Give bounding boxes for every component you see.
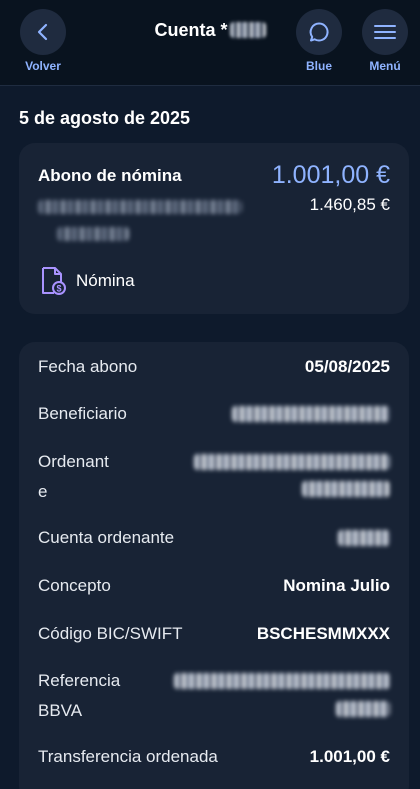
- page-title-text: Cuenta *: [154, 20, 228, 40]
- concepto-value: Nomina Julio: [283, 576, 390, 595]
- chat-bubble-icon: [309, 22, 329, 42]
- chat-blue-button[interactable]: Blue: [295, 9, 343, 73]
- redacted-description-line-2: [57, 227, 129, 241]
- redacted-ordenante-line-1: [194, 454, 390, 470]
- redacted-referencia-line-2: [336, 701, 390, 717]
- menu-button[interactable]: Menú: [361, 9, 409, 73]
- app-screen: Volver Cuenta * Blue Menú 5 de agosto de…: [0, 0, 420, 789]
- detail-row-cuenta-ordenante: Cuenta ordenante: [38, 523, 390, 553]
- redacted-account-number: [229, 22, 266, 38]
- redacted-beneficiario: [232, 406, 390, 422]
- top-bar: Volver Cuenta * Blue Menú: [0, 0, 420, 86]
- date-heading: 5 de agosto de 2025: [19, 108, 191, 128]
- redacted-ordenante-line-2: [302, 481, 390, 497]
- payroll-document-icon: $: [42, 267, 66, 295]
- hamburger-menu-icon: [374, 25, 396, 39]
- back-button[interactable]: Volver: [19, 9, 67, 73]
- fecha-value: 05/08/2025: [304, 357, 390, 376]
- redacted-description-line-1: [38, 200, 242, 214]
- back-label[interactable]: Volver: [19, 59, 67, 73]
- movement-amount: 1.001,00 €: [271, 161, 390, 189]
- movement-title: Abono de nómina: [38, 166, 182, 185]
- detail-row-ordenante: Ordenant e: [38, 447, 390, 507]
- svg-text:$: $: [56, 284, 61, 294]
- menu-circle[interactable]: [362, 9, 408, 55]
- redacted-referencia-line-1: [174, 673, 390, 689]
- page-title: Cuenta *: [110, 20, 310, 41]
- detail-row-referencia: Referencia BBVA: [38, 666, 390, 726]
- resulting-balance: 1.460,85 €: [309, 195, 390, 214]
- detail-row-beneficiario: Beneficiario: [38, 399, 390, 429]
- back-circle[interactable]: [20, 9, 66, 55]
- chevron-left-icon: [37, 23, 48, 41]
- detail-row-bic: Código BIC/SWIFT BSCHESMMXXX: [38, 619, 390, 649]
- detail-row-transferencia: Transferencia ordenada 1.001,00 €: [38, 742, 390, 772]
- chat-circle[interactable]: [296, 9, 342, 55]
- menu-label[interactable]: Menú: [361, 59, 409, 73]
- transferencia-value: 1.001,00 €: [309, 747, 390, 766]
- detail-row-concepto: Concepto Nomina Julio: [38, 571, 390, 601]
- category-label: Nómina: [76, 271, 135, 290]
- detail-row-fecha: Fecha abono 05/08/2025: [38, 352, 390, 382]
- bic-value: BSCHESMMXXX: [256, 624, 390, 643]
- redacted-cuenta-ordenante: [338, 530, 390, 546]
- chat-label[interactable]: Blue: [295, 59, 343, 73]
